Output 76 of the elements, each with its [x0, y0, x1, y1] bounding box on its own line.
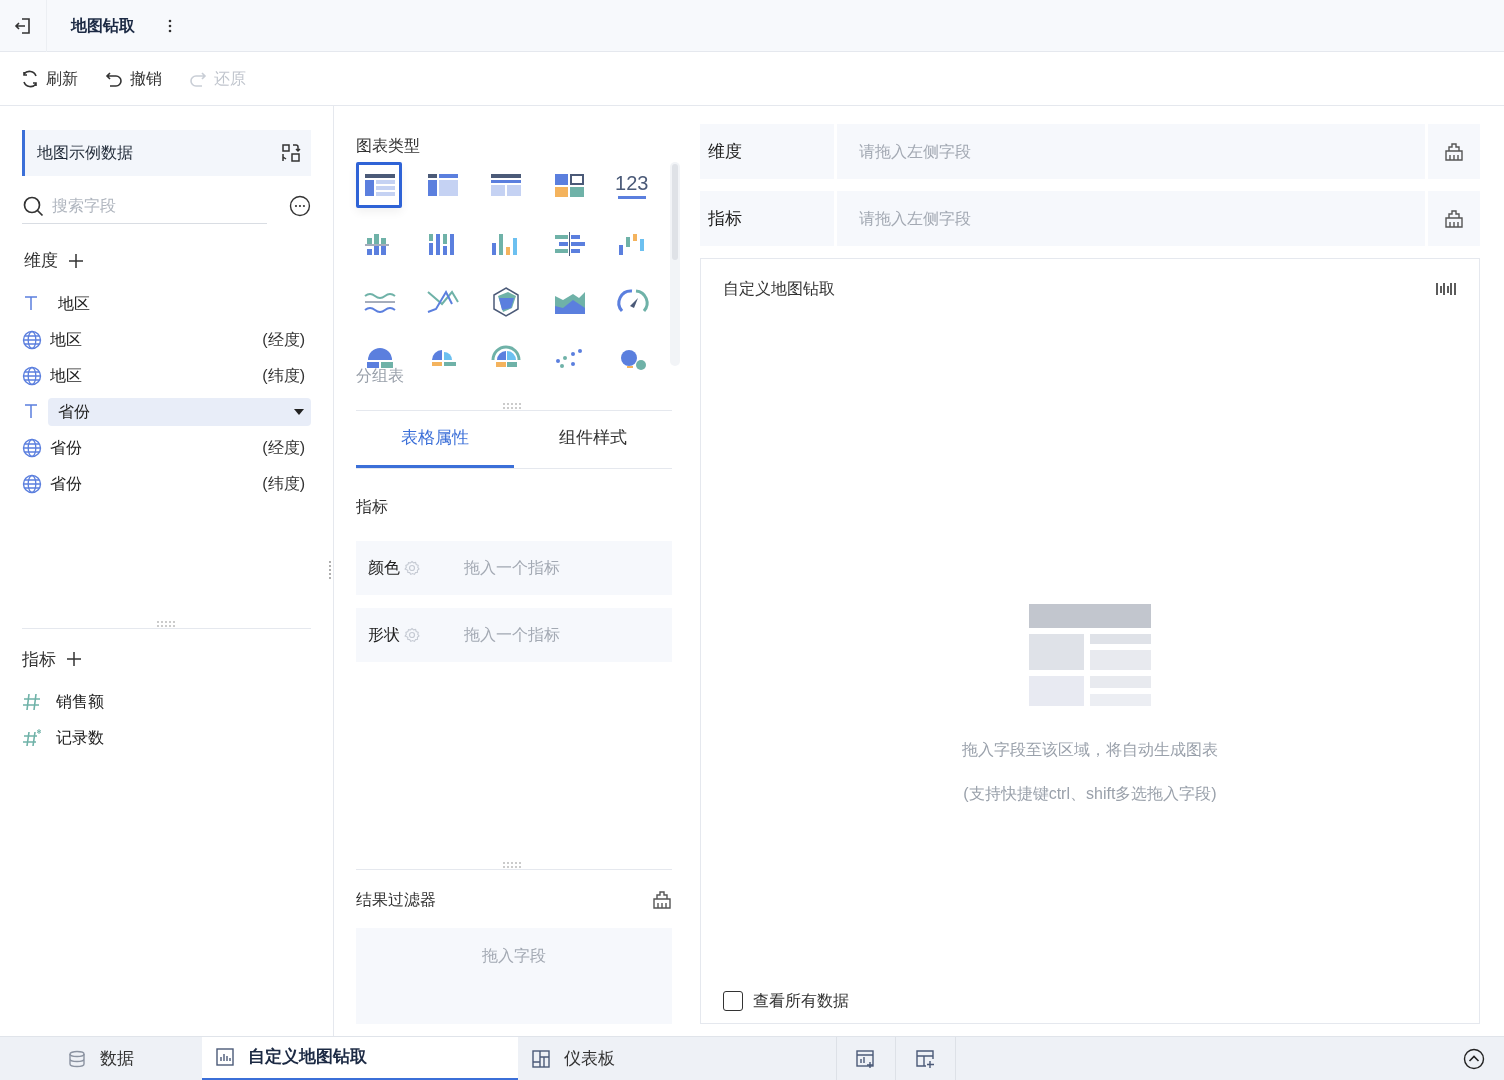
- bottom-tab[interactable]: 自定义地图钻取: [202, 1036, 518, 1080]
- clear-icon[interactable]: [652, 890, 672, 910]
- clear-icon[interactable]: [1444, 208, 1464, 229]
- globe-icon: [22, 473, 42, 494]
- slot-placeholder: 拖入一个指标: [464, 558, 560, 578]
- field-suffix: (经度): [262, 329, 305, 350]
- undo-button[interactable]: 撤销: [104, 66, 162, 91]
- database-icon: [68, 1049, 86, 1068]
- plus-icon[interactable]: [68, 252, 84, 269]
- search-field[interactable]: 搜索字段: [52, 193, 232, 218]
- drag-handle-icon[interactable]: [503, 403, 521, 409]
- shelf-label: 指标: [708, 207, 742, 230]
- refresh-button[interactable]: 刷新: [20, 66, 78, 91]
- field-item[interactable]: 地区: [48, 289, 311, 318]
- scrollbar-thumb[interactable]: [672, 164, 678, 260]
- swap-icon[interactable]: [281, 143, 301, 163]
- clear-icon[interactable]: [1444, 141, 1464, 162]
- grid-icon: [532, 1049, 550, 1068]
- property-tab[interactable]: 表格属性: [356, 411, 514, 468]
- shelf-label: 维度: [708, 140, 742, 163]
- add-chart-icon: [856, 1048, 876, 1069]
- add-chart-button[interactable]: [836, 1036, 896, 1080]
- checkbox-label: 查看所有数据: [753, 991, 849, 1011]
- resize-handle-icon[interactable]: [329, 561, 333, 579]
- add-dashboard-icon: [915, 1048, 936, 1069]
- plus-icon[interactable]: [66, 651, 82, 668]
- drag-handle-icon[interactable]: [157, 620, 175, 627]
- chart-types-heading: 图表类型: [356, 136, 421, 154]
- dataset-name: 地图示例数据: [37, 143, 133, 163]
- slot-label: 颜色: [368, 558, 400, 578]
- drop-zone-placeholder: 拖入字段: [482, 946, 546, 966]
- dimensions-heading: 维度: [24, 250, 58, 272]
- field-item[interactable]: 地区 (纬度): [48, 361, 311, 390]
- chevron-up-icon: [1463, 1047, 1485, 1070]
- drop-slot[interactable]: 颜色 拖入一个指标: [356, 541, 672, 595]
- globe-icon: [22, 329, 42, 350]
- dataset-selector[interactable]: 地图示例数据: [22, 130, 311, 176]
- drop-slot[interactable]: 形状 拖入一个指标: [356, 608, 672, 662]
- result-filter-heading: 结果过滤器: [356, 890, 436, 910]
- hash-icon: [22, 728, 42, 748]
- more-icon: [168, 18, 172, 33]
- number-chart-button[interactable]: 123: [608, 162, 655, 208]
- slot-label: 形状: [368, 625, 400, 645]
- field-item[interactable]: 记录数: [56, 726, 104, 750]
- globe-icon: [22, 437, 42, 458]
- bottom-tab[interactable]: 仪表板: [518, 1036, 836, 1080]
- bar-chart-icon: [216, 1048, 234, 1066]
- property-tab[interactable]: 组件样式: [514, 411, 672, 468]
- field-item[interactable]: 省份 (经度): [48, 433, 311, 462]
- slot-placeholder: 拖入一个指标: [464, 625, 560, 645]
- drag-handle-icon[interactable]: [503, 862, 521, 868]
- checkbox[interactable]: [723, 991, 743, 1011]
- chart-type-button[interactable]: [356, 162, 402, 208]
- dropdown-icon[interactable]: [293, 407, 305, 416]
- barcode-icon[interactable]: [1435, 281, 1457, 297]
- empty-hint: (支持快捷键ctrl、shift多选拖入字段): [963, 784, 1217, 804]
- page-title: 地图钻取: [71, 15, 135, 36]
- measures-heading: 指标: [22, 648, 56, 671]
- search-icon: [22, 194, 44, 217]
- field-item[interactable]: 销售额: [56, 690, 104, 714]
- globe-icon: [22, 365, 42, 386]
- hash-icon: [22, 692, 42, 712]
- hover-label: 分组表: [356, 366, 404, 386]
- field-item[interactable]: 省份: [48, 397, 311, 426]
- field-item[interactable]: 地区 (经度): [48, 325, 311, 354]
- field-suffix: (纬度): [262, 473, 305, 494]
- field-suffix: (经度): [262, 437, 305, 458]
- refresh-icon: [20, 68, 40, 89]
- exit-icon: [13, 15, 33, 36]
- field-suffix: (纬度): [262, 365, 305, 386]
- properties-heading: 指标: [356, 497, 389, 517]
- field-item[interactable]: 省份 (纬度): [48, 469, 311, 498]
- canvas-title: 自定义地图钻取: [723, 279, 835, 299]
- bottom-tab[interactable]: 数据: [54, 1036, 202, 1080]
- more-options-icon[interactable]: [289, 195, 311, 217]
- empty-hint: 拖入字段至该区域，将自动生成图表: [962, 740, 1218, 760]
